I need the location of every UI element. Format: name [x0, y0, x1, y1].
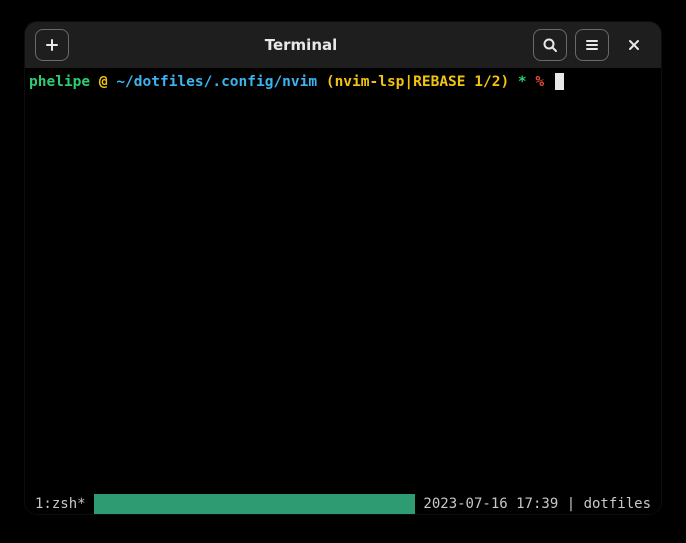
terminal-viewport[interactable]: phelipe @ ~/dotfiles/.config/nvim (nvim-… [25, 68, 661, 494]
status-fill [94, 494, 416, 514]
prompt-dirty-indicator: * [518, 74, 527, 90]
prompt-sigil: % [535, 74, 544, 90]
prompt-at: @ [99, 74, 108, 90]
status-sep: | [558, 496, 583, 512]
cursor [555, 73, 564, 90]
status-window-list[interactable]: 1:zsh* [25, 494, 94, 514]
search-button[interactable] [533, 29, 567, 61]
titlebar: Terminal [25, 22, 661, 68]
status-right: 2023-07-16 17:39 | dotfiles [423, 494, 661, 514]
status-datetime: 2023-07-16 17:39 [423, 496, 558, 512]
window-title: Terminal [77, 36, 525, 54]
new-tab-button[interactable] [35, 29, 69, 61]
hamburger-icon [584, 37, 600, 53]
status-session: dotfiles [584, 496, 651, 512]
terminal-window: Terminal phelipe @ ~/dotfiles/.config/nv… [25, 22, 661, 514]
search-icon [542, 37, 558, 53]
prompt-branch: (nvim-lsp|REBASE 1/2) [326, 74, 509, 90]
plus-icon [44, 37, 60, 53]
prompt-user: phelipe [29, 74, 90, 90]
close-button[interactable] [617, 29, 651, 61]
tmux-statusbar: 1:zsh* 2023-07-16 17:39 | dotfiles [25, 494, 661, 514]
close-icon [627, 38, 641, 52]
menu-button[interactable] [575, 29, 609, 61]
prompt-path: ~/dotfiles/.config/nvim [116, 74, 317, 90]
prompt-line: phelipe @ ~/dotfiles/.config/nvim (nvim-… [29, 72, 657, 92]
